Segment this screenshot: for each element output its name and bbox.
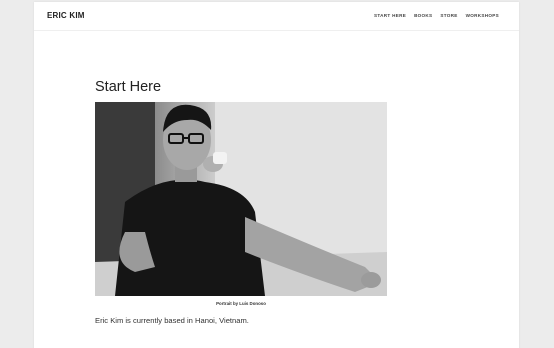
main-nav: START HERE BOOKS STORE WORKSHOPS bbox=[374, 13, 499, 18]
portrait-illustration bbox=[95, 102, 387, 296]
nav-store[interactable]: STORE bbox=[440, 13, 457, 18]
intro-text: Eric Kim is currently based in Hanoi, Vi… bbox=[95, 316, 249, 325]
main-content: Start Here Portrait by Luis Donoso Eric … bbox=[95, 78, 387, 333]
browser-viewport: ERIC KIM START HERE BOOKS STORE WORKSHOP… bbox=[0, 0, 554, 348]
image-caption: Portrait by Luis Donoso bbox=[216, 301, 266, 306]
site-logo[interactable]: ERIC KIM bbox=[47, 11, 85, 20]
nav-books[interactable]: BOOKS bbox=[414, 13, 432, 18]
page-title: Start Here bbox=[95, 79, 162, 95]
nav-workshops[interactable]: WORKSHOPS bbox=[466, 13, 499, 18]
site-header: ERIC KIM START HERE BOOKS STORE WORKSHOP… bbox=[34, 2, 519, 31]
nav-start-here[interactable]: START HERE bbox=[374, 13, 406, 18]
portrait-image bbox=[95, 102, 387, 296]
